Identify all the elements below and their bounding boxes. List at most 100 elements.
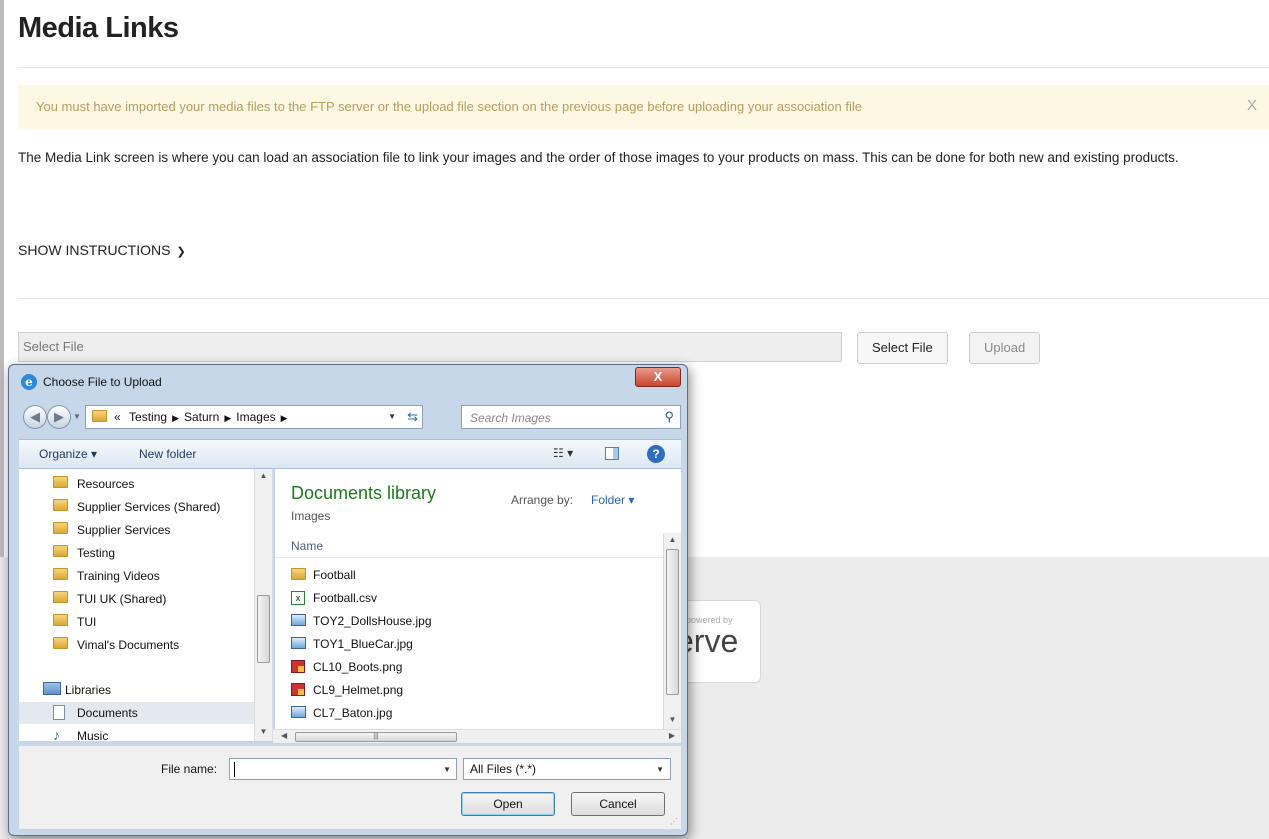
- breadcrumb-separator-icon[interactable]: ▶: [172, 413, 179, 423]
- file-upload-dialog: e Choose File to Upload X ◀ ▶ ▼ « Testin…: [8, 364, 688, 836]
- nav-item-supplier-services[interactable]: Supplier Services: [19, 519, 257, 541]
- nav-item-label: Training Videos: [77, 569, 160, 583]
- file-name: CL10_Boots.png: [313, 660, 403, 674]
- image-file-icon: [291, 614, 306, 626]
- forward-arrow-icon[interactable]: ▶: [47, 405, 71, 429]
- nav-item-tui-uk-shared[interactable]: TUI UK (Shared): [19, 588, 257, 610]
- file-path-field[interactable]: Select File: [18, 332, 842, 362]
- nav-item-documents[interactable]: Documents: [19, 702, 257, 724]
- nav-item-supplier-services-shared[interactable]: Supplier Services (Shared): [19, 496, 257, 518]
- dialog-titlebar[interactable]: e Choose File to Upload X: [9, 365, 687, 399]
- help-icon[interactable]: ?: [647, 445, 665, 463]
- folder-icon: [53, 476, 68, 488]
- search-placeholder: Search Images: [470, 411, 551, 425]
- image-file-icon: [291, 706, 306, 718]
- notice-text: You must have imported your media files …: [36, 99, 862, 114]
- preview-pane-icon[interactable]: [605, 447, 619, 460]
- text-caret: [234, 762, 235, 777]
- scroll-down-icon[interactable]: ▼: [255, 727, 272, 736]
- folder-icon: [53, 591, 68, 603]
- address-bar[interactable]: « Testing ▶ Saturn ▶ Images ▶ ▼ ⇆: [85, 405, 423, 429]
- horizontal-scrollbar[interactable]: ◀ ||| ▶: [273, 729, 681, 743]
- name-column-header[interactable]: Name: [291, 539, 323, 553]
- resize-grip-icon[interactable]: ⋰: [670, 817, 678, 826]
- nav-item-libraries[interactable]: Libraries: [19, 679, 257, 701]
- breadcrumb-separator-icon[interactable]: ▶: [281, 413, 288, 423]
- upload-button[interactable]: Upload: [969, 332, 1041, 364]
- file-type-select[interactable]: All Files (*.*) ▼: [463, 758, 671, 780]
- png-file-icon: [291, 660, 305, 673]
- file-row-football-csv[interactable]: x Football.csv: [291, 588, 651, 608]
- breadcrumb-overflow[interactable]: «: [114, 410, 121, 424]
- png-file-icon: [291, 683, 305, 696]
- nav-item-label: Documents: [77, 706, 138, 720]
- breadcrumb-item-saturn[interactable]: Saturn: [184, 410, 219, 424]
- show-instructions-toggle[interactable]: SHOW INSTRUCTIONS ❯: [18, 242, 186, 258]
- internet-explorer-icon: e: [21, 374, 37, 390]
- scrollbar-thumb[interactable]: [666, 549, 679, 695]
- folder-icon: [53, 568, 68, 580]
- arrange-by-dropdown[interactable]: Folder ▾: [591, 493, 634, 507]
- scrollbar-thumb[interactable]: [257, 595, 270, 663]
- scroll-up-icon[interactable]: ▲: [664, 535, 681, 544]
- scroll-left-icon[interactable]: ◀: [281, 731, 287, 740]
- address-dropdown-icon[interactable]: ▼: [388, 412, 396, 421]
- file-name: TOY1_BlueCar.jpg: [313, 637, 413, 651]
- breadcrumb-separator-icon[interactable]: ▶: [224, 413, 231, 423]
- navigation-scrollbar[interactable]: ▲ ▼: [254, 469, 272, 741]
- nav-item-label: Testing: [77, 546, 116, 560]
- organize-menu[interactable]: Organize ▾: [39, 447, 97, 461]
- select-file-button[interactable]: Select File: [857, 332, 948, 364]
- nav-item-music[interactable]: ♪ Music: [19, 725, 257, 741]
- file-name: TOY2_DollsHouse.jpg: [313, 614, 432, 628]
- search-icon[interactable]: ⚲: [664, 409, 674, 425]
- breadcrumb-item-testing[interactable]: Testing: [129, 410, 167, 424]
- scroll-right-icon[interactable]: ▶: [669, 731, 675, 740]
- chevron-down-icon: ❯: [176, 246, 186, 258]
- file-row-football-folder[interactable]: Football: [291, 565, 651, 585]
- nav-item-tui[interactable]: TUI: [19, 611, 257, 633]
- file-list-scrollbar[interactable]: ▲ ▼: [663, 533, 681, 729]
- dialog-toolbar: Organize ▾ New folder ☷ ▾ ?: [19, 439, 681, 469]
- nav-item-vimals-documents[interactable]: Vimal's Documents: [19, 634, 257, 656]
- nav-item-label: TUI: [77, 615, 97, 629]
- page-title: Media Links: [18, 12, 179, 44]
- scroll-up-icon[interactable]: ▲: [255, 471, 272, 480]
- notice-close-button[interactable]: X: [1247, 97, 1257, 114]
- breadcrumb-item-images[interactable]: Images: [236, 410, 275, 424]
- nav-item-training-videos[interactable]: Training Videos: [19, 565, 257, 587]
- nav-item-label: Vimal's Documents: [77, 638, 180, 652]
- file-row-toy2-dollshouse[interactable]: TOY2_DollsHouse.jpg: [291, 611, 651, 631]
- cancel-button[interactable]: Cancel: [571, 792, 665, 816]
- chevron-down-icon[interactable]: ▼: [443, 765, 451, 774]
- file-type-value: All Files (*.*): [470, 762, 537, 776]
- file-row-cl9-helmet[interactable]: CL9_Helmet.png: [291, 680, 651, 700]
- file-name-input[interactable]: ▼: [229, 758, 457, 780]
- back-arrow-icon[interactable]: ◀: [23, 405, 47, 429]
- folder-icon: [53, 499, 68, 511]
- file-row-cl7-baton[interactable]: CL7_Baton.jpg: [291, 703, 651, 723]
- recent-pages-dropdown-icon[interactable]: ▼: [73, 412, 81, 421]
- nav-item-label: Supplier Services: [77, 523, 171, 537]
- file-row-cl10-boots[interactable]: CL10_Boots.png: [291, 657, 651, 677]
- chevron-down-icon: ▼: [656, 765, 664, 774]
- open-button[interactable]: Open: [461, 792, 555, 816]
- library-subtitle: Images: [291, 509, 331, 523]
- scroll-down-icon[interactable]: ▼: [664, 715, 681, 724]
- file-row-toy1-bluecar[interactable]: TOY1_BlueCar.jpg: [291, 634, 651, 654]
- image-file-icon: [291, 637, 306, 649]
- scrollbar-thumb[interactable]: |||: [295, 732, 457, 742]
- music-icon: ♪: [53, 727, 60, 741]
- divider: [18, 298, 1269, 299]
- nav-item-resources[interactable]: Resources: [19, 473, 257, 495]
- nav-item-label: Resources: [77, 477, 135, 491]
- search-input[interactable]: Search Images ⚲: [461, 405, 681, 429]
- new-folder-button[interactable]: New folder: [139, 447, 196, 461]
- refresh-icon[interactable]: ⇆: [407, 409, 418, 425]
- views-menu-icon[interactable]: ☷ ▾: [553, 446, 573, 460]
- folder-icon: [53, 522, 68, 534]
- nav-item-testing[interactable]: Testing: [19, 542, 257, 564]
- dialog-close-button[interactable]: X: [635, 367, 681, 387]
- library-title: Documents library: [291, 483, 437, 503]
- file-name: Football: [313, 568, 356, 582]
